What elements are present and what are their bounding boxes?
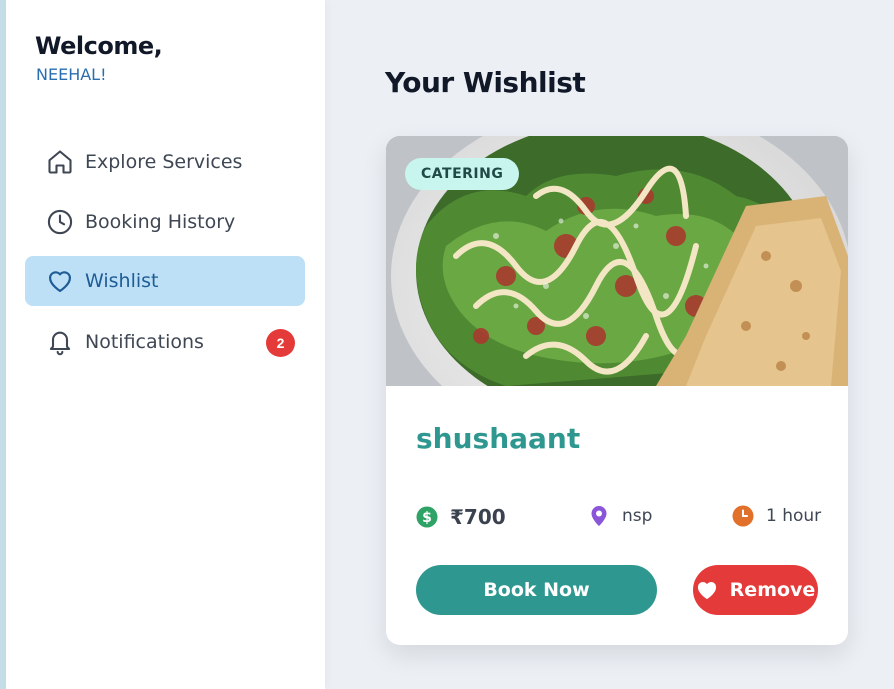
- duration-info: 1 hour: [732, 505, 821, 527]
- clock-icon: [732, 505, 754, 527]
- bell-icon: [45, 327, 75, 357]
- sidebar: Welcome, NEEHAL! Explore Services Bookin…: [6, 0, 325, 689]
- svg-text:$: $: [422, 510, 432, 526]
- sidebar-item-label: Notifications: [85, 331, 204, 353]
- remove-label: Remove: [729, 579, 816, 601]
- heart-icon: [696, 579, 720, 601]
- welcome-heading: Welcome,: [35, 32, 163, 60]
- username: NEEHAL!: [36, 65, 107, 84]
- sidebar-item-label: Explore Services: [85, 151, 243, 173]
- sidebar-item-wishlist[interactable]: Wishlist: [25, 256, 305, 306]
- location: nsp: [622, 506, 653, 526]
- sidebar-item-explore-services[interactable]: Explore Services: [25, 137, 305, 187]
- sidebar-item-label: Booking History: [85, 211, 236, 233]
- page-title: Your Wishlist: [385, 66, 586, 99]
- location-info: nsp: [588, 505, 652, 527]
- sidebar-item-label: Wishlist: [85, 270, 159, 292]
- wishlist-card: CATERING shushaant $ ₹700 nsp 1 hour Boo…: [386, 136, 848, 645]
- category-badge: CATERING: [405, 158, 520, 190]
- service-image: CATERING: [386, 136, 848, 386]
- sidebar-item-booking-history[interactable]: Booking History: [25, 197, 305, 247]
- sidebar-item-notifications[interactable]: Notifications 2: [25, 317, 305, 367]
- location-pin-icon: [588, 505, 610, 527]
- heart-icon: [45, 266, 75, 296]
- price-info: $ ₹700: [416, 505, 506, 529]
- home-icon: [45, 147, 75, 177]
- price: ₹700: [450, 505, 506, 529]
- dollar-icon: $: [416, 506, 438, 528]
- book-now-button[interactable]: Book Now: [416, 565, 657, 615]
- service-name: shushaant: [416, 422, 581, 455]
- remove-button[interactable]: Remove: [693, 565, 818, 615]
- clock-icon: [45, 207, 75, 237]
- notification-count-badge: 2: [266, 329, 295, 357]
- duration: 1 hour: [766, 506, 822, 526]
